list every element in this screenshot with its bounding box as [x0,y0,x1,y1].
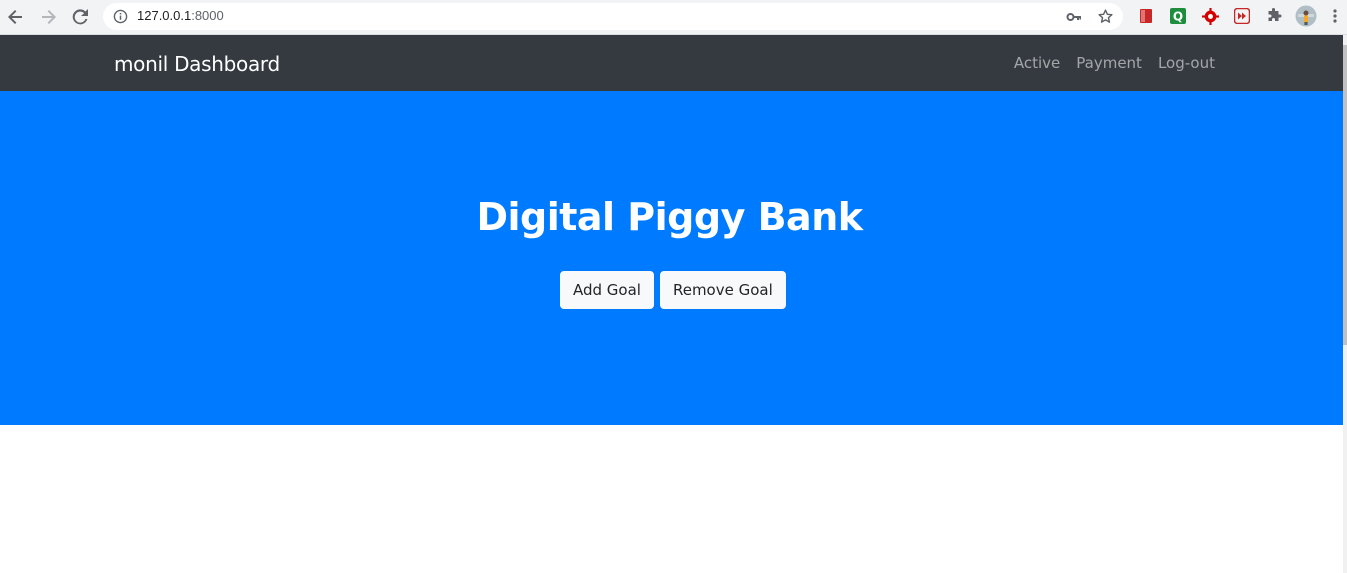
page-title: Digital Piggy Bank [476,195,863,239]
url-port: :8000 [191,8,224,23]
nav-link-active[interactable]: Active [1014,54,1060,72]
puzzle-icon[interactable] [1265,7,1283,25]
key-icon[interactable] [1066,9,1082,25]
url-text: 127.0.0.1:8000 [137,8,224,23]
url-host: 127.0.0.1 [137,8,192,23]
nav-link-logout[interactable]: Log-out [1158,54,1215,72]
back-icon[interactable] [4,5,28,29]
info-icon[interactable] [113,9,128,24]
menu-icon[interactable] [1329,7,1341,25]
reload-icon[interactable] [68,5,92,29]
nav-link-payment[interactable]: Payment [1076,54,1142,72]
q-ext-icon[interactable]: Q [1169,7,1187,25]
bookmark-ext-icon[interactable] [1137,7,1155,25]
add-goal-button[interactable]: Add Goal [560,271,654,309]
hero-button-group: Add Goal Remove Goal [560,271,786,309]
address-bar[interactable]: 127.0.0.1:8000 [103,3,1123,30]
star-icon[interactable] [1097,8,1114,25]
gear-ext-icon[interactable] [1201,7,1219,25]
navbar-brand[interactable]: monil Dashboard [114,52,280,76]
scrollbar-thumb[interactable] [1343,45,1347,345]
browser-toolbar: 127.0.0.1:8000 Q [0,0,1347,35]
navbar-links: Active Payment Log-out [1014,54,1215,72]
forward-icon[interactable] [36,5,60,29]
page-scrollbar[interactable] [1343,35,1347,573]
hero-jumbotron: Digital Piggy Bank Add Goal Remove Goal [0,91,1343,425]
media-ext-icon[interactable] [1233,7,1251,25]
profile-avatar[interactable] [1295,5,1317,27]
app-navbar: monil Dashboard Active Payment Log-out [0,35,1343,91]
svg-text:Q: Q [1173,10,1183,24]
remove-goal-button[interactable]: Remove Goal [659,271,786,309]
